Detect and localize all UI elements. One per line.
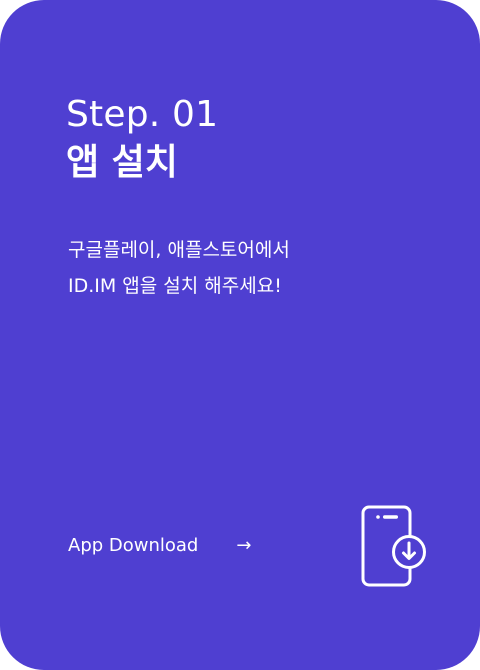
step-card: Step. 01 앱 설치 구글플레이, 애플스토어에서 ID.IM 앱을 설치… <box>0 0 480 670</box>
description-line-2: ID.IM 앱을 설치 해주세요! <box>68 275 282 297</box>
app-download-label: App Download <box>68 535 199 556</box>
description-line-1: 구글플레이, 애플스토어에서 <box>68 239 290 261</box>
arrow-right-icon: → <box>236 535 252 556</box>
step-title: 앱 설치 <box>66 142 178 183</box>
app-download-link[interactable]: App Download → <box>68 530 251 562</box>
phone-download-icon <box>361 505 426 587</box>
step-label: Step. 01 <box>66 94 219 135</box>
step-description: 구글플레이, 애플스토어에서 ID.IM 앱을 설치 해주세요! <box>68 232 290 304</box>
